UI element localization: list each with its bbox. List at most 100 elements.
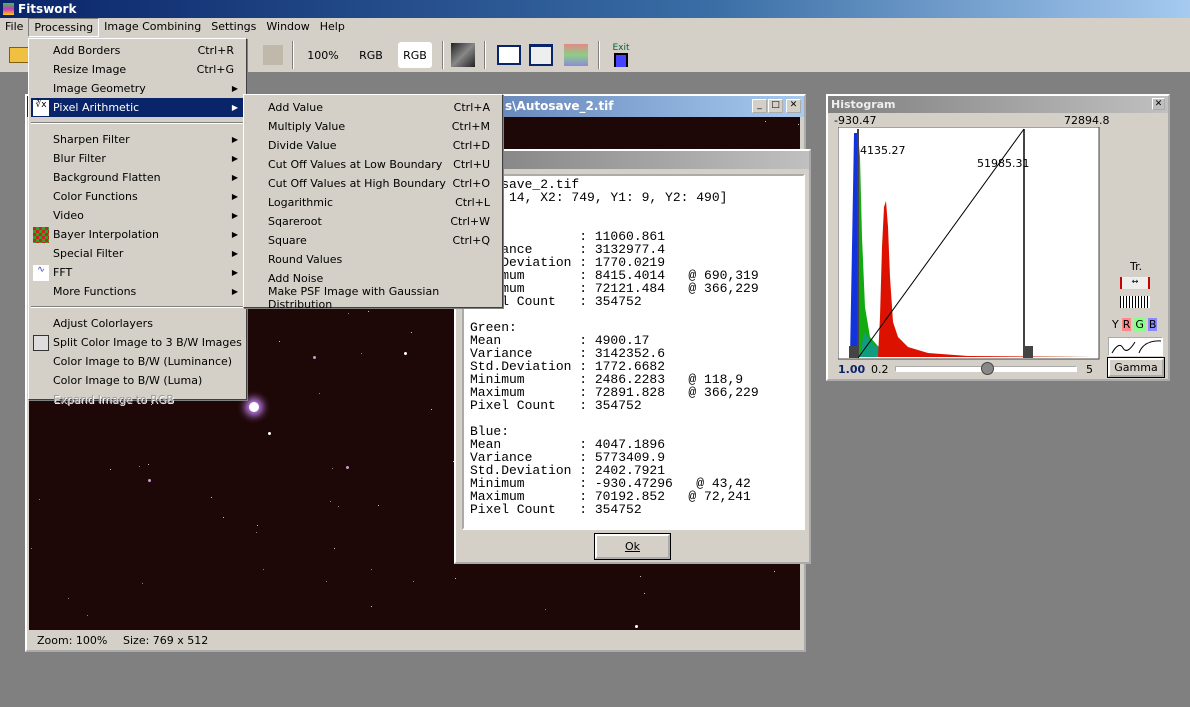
menu-item-label: Blur Filter: [53, 152, 106, 165]
histogram-window-icon[interactable]: [496, 42, 522, 68]
color-picker-icon[interactable]: [562, 42, 590, 68]
channel-r[interactable]: R: [1121, 318, 1132, 331]
close-button[interactable]: ✕: [786, 99, 801, 113]
stats-line: Pixel Count : 354752: [470, 502, 642, 517]
star-image-icon[interactable]: [450, 42, 476, 68]
zoom-100-button[interactable]: 100%: [302, 42, 344, 68]
star: [330, 501, 332, 503]
shortcut-label: Ctrl+G: [196, 63, 234, 76]
star: [378, 504, 380, 506]
menu-item-split-color-image-to-3-b-w-images[interactable]: Split Color Image to 3 B/W Images: [31, 333, 244, 352]
menu-item-make-psf-image-with-gaussian-distribution[interactable]: Make PSF Image with Gaussian Distributio…: [246, 285, 500, 311]
menu-item-background-flatten[interactable]: Background Flatten ▶: [31, 168, 244, 187]
menu-item-label: Cut Off Values at High Boundary: [268, 177, 446, 190]
maximize-button[interactable]: □: [768, 99, 783, 113]
cut-icon[interactable]: [260, 42, 286, 68]
menu-item-label: Bayer Interpolation: [53, 228, 159, 241]
menu-window[interactable]: Window: [261, 18, 314, 37]
menu-item-expand-image-to-rgb: Expand Image to RGB: [31, 390, 244, 409]
menu-item-image-geometry[interactable]: Image Geometry ▶: [31, 79, 244, 98]
menu-item-resize-image[interactable]: Resize Image Ctrl+G: [31, 60, 244, 79]
menu-item-color-functions[interactable]: Color Functions ▶: [31, 187, 244, 206]
menu-item-more-functions[interactable]: More Functions ▶: [31, 282, 244, 301]
menu-item-label: Square: [268, 234, 307, 247]
menu-item-fft[interactable]: ∿ FFT ▶: [31, 263, 244, 282]
submenu-arrow-icon: ▶: [231, 84, 238, 93]
star: [347, 313, 349, 315]
menu-item-color-image-to-b-w-luminance[interactable]: Color Image to B/W (Luminance): [31, 352, 244, 371]
menu-settings[interactable]: Settings: [206, 18, 261, 37]
statistics-window-icon[interactable]: [528, 42, 554, 68]
menu-item-sqareroot[interactable]: Sqareroot Ctrl+W: [246, 212, 500, 231]
ok-button[interactable]: Ok: [594, 533, 671, 560]
stats-line: [470, 204, 759, 217]
rgb-toggle-button[interactable]: RGB: [398, 42, 432, 68]
menu-item-label: Background Flatten: [53, 171, 161, 184]
menu-item-label: Adjust Colorlayers: [53, 317, 153, 330]
exit-label: Exit: [612, 43, 630, 53]
menu-item-logarithmic[interactable]: Logarithmic Ctrl+L: [246, 193, 500, 212]
channel-b[interactable]: B: [1147, 318, 1158, 331]
menu-item-special-filter[interactable]: Special Filter ▶: [31, 244, 244, 263]
histogram-min-label: -930.47: [834, 114, 877, 127]
menu-help[interactable]: Help: [315, 18, 350, 37]
histogram-plot[interactable]: [838, 127, 1100, 360]
gradient-steps-icon[interactable]: [1120, 296, 1150, 308]
menu-item-label: Round Values: [268, 253, 343, 266]
range-icon[interactable]: ↔: [1120, 277, 1150, 289]
rgb-button[interactable]: RGB: [350, 42, 392, 68]
menu-item-sharpen-filter[interactable]: Sharpen Filter ▶: [31, 130, 244, 149]
star: [31, 547, 33, 549]
menu-item-add-borders[interactable]: Add Borders Ctrl+R: [31, 41, 244, 60]
menu-item-square[interactable]: Square Ctrl+Q: [246, 231, 500, 250]
gamma-slider-thumb[interactable]: [981, 362, 994, 375]
menu-image-combining[interactable]: Image Combining: [99, 18, 206, 37]
channel-y[interactable]: Y: [1112, 318, 1119, 331]
gamma-slider[interactable]: [895, 362, 1077, 375]
menu-file[interactable]: File: [0, 18, 28, 37]
star: [639, 575, 641, 577]
star: [411, 331, 413, 333]
menu-item-blur-filter[interactable]: Blur Filter ▶: [31, 149, 244, 168]
menu-item-add-value[interactable]: Add Value Ctrl+A: [246, 98, 500, 117]
star: [313, 356, 317, 360]
histogram-window: Histogram ✕ -930.47 72894.8 4135.27 5198…: [826, 94, 1170, 381]
star: [346, 465, 350, 469]
menu-item-label: Video: [53, 209, 84, 222]
star: [635, 624, 639, 628]
menu-item-round-values[interactable]: Round Values: [246, 250, 500, 269]
menu-item-cut-off-values-at-high-boundary[interactable]: Cut Off Values at High Boundary Ctrl+O: [246, 174, 500, 193]
menu-item-cut-off-values-at-low-boundary[interactable]: Cut Off Values at Low Boundary Ctrl+U: [246, 155, 500, 174]
gamma-button[interactable]: Gamma: [1107, 357, 1165, 378]
menu-item-label: Split Color Image to 3 B/W Images: [53, 336, 242, 349]
shortcut-label: Ctrl+R: [197, 44, 234, 57]
slider-max-label: 5: [1086, 363, 1093, 376]
menu-item-label: Add Noise: [268, 272, 324, 285]
menu-item-label: Add Borders: [53, 44, 121, 57]
minimize-button[interactable]: _: [752, 99, 767, 113]
menu-item-adjust-colorlayers[interactable]: Adjust Colorlayers: [31, 314, 244, 333]
histogram-max-label: 72894.8: [1064, 114, 1110, 127]
curve-mode-icons[interactable]: [1108, 337, 1163, 356]
histogram-close-button[interactable]: ✕: [1152, 98, 1165, 110]
menu-processing[interactable]: Processing: [28, 18, 100, 37]
submenu-arrow-icon: ▶: [231, 230, 238, 239]
channel-g[interactable]: G: [1134, 318, 1145, 331]
star: [334, 547, 336, 549]
menu-item-bayer-interpolation[interactable]: Bayer Interpolation ▶: [31, 225, 244, 244]
star: [338, 505, 340, 507]
star: [267, 432, 271, 436]
cube-root-icon: ∛x: [33, 99, 49, 116]
star: [370, 568, 372, 570]
exit-button[interactable]: Exit: [606, 42, 636, 68]
menu-item-divide-value[interactable]: Divide Value Ctrl+D: [246, 136, 500, 155]
submenu-arrow-icon: ▶: [231, 268, 238, 277]
menu-item-color-image-to-b-w-luma[interactable]: Color Image to B/W (Luma): [31, 371, 244, 390]
menu-item-video[interactable]: Video ▶: [31, 206, 244, 225]
menu-item-multiply-value[interactable]: Multiply Value Ctrl+M: [246, 117, 500, 136]
white-point-value: 51985.31: [977, 157, 1030, 170]
star: [413, 581, 415, 583]
shortcut-label: Ctrl+U: [453, 158, 490, 171]
menu-item-pixel-arithmetic[interactable]: ∛x Pixel Arithmetic ▶: [31, 98, 244, 117]
size-status: Size: 769 x 512: [123, 634, 209, 647]
